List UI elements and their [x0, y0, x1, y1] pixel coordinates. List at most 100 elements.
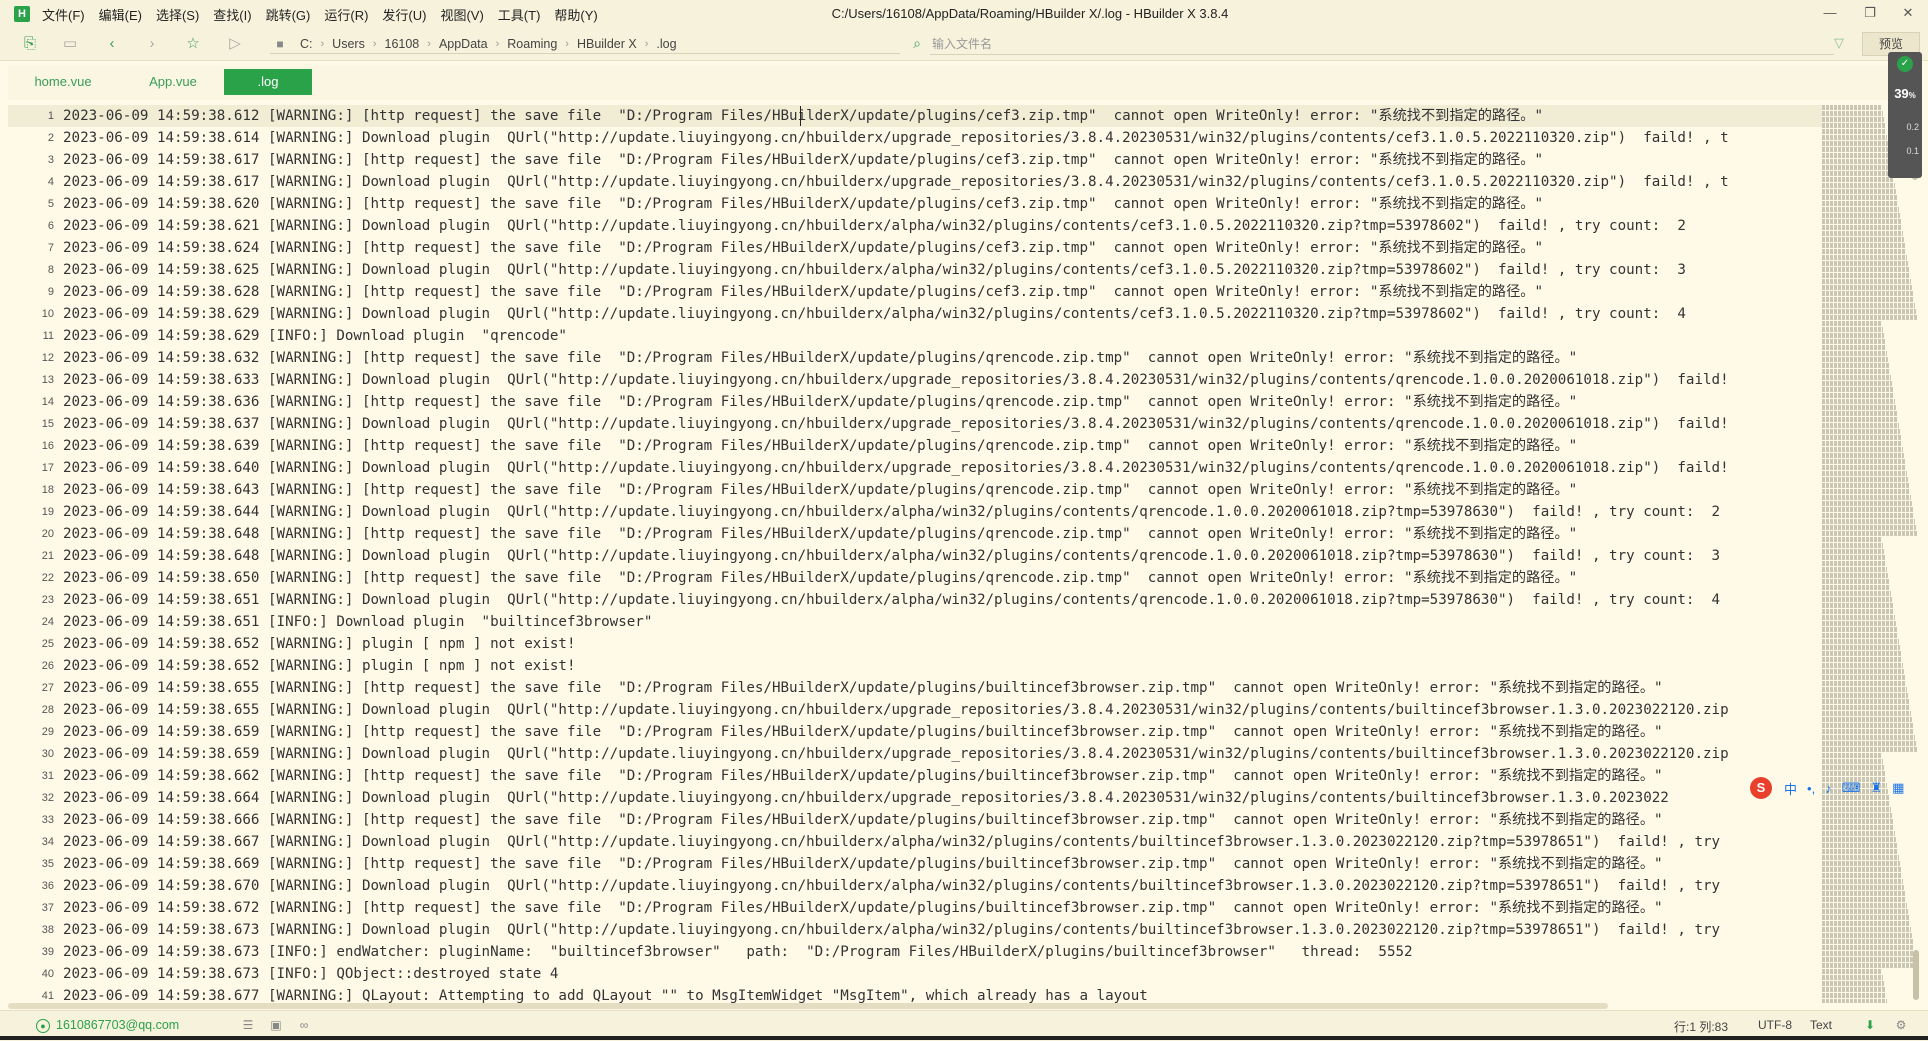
code-text[interactable]: 2023-06-09 14:59:38.644 [WARNING:] Downl… — [63, 501, 1720, 523]
code-text[interactable]: 2023-06-09 14:59:38.632 [WARNING:] [http… — [63, 347, 1577, 369]
menu-edit[interactable]: 编辑(E) — [99, 5, 142, 24]
code-line[interactable]: 21 2023-06-09 14:59:38.648 [WARNING:] Dow… — [8, 545, 1822, 567]
code-line[interactable]: 27 2023-06-09 14:59:38.655 [WARNING:] [ht… — [8, 677, 1822, 699]
encoding-indicator[interactable]: UTF-8 — [1758, 1018, 1792, 1032]
code-text[interactable]: 2023-06-09 14:59:38.666 [WARNING:] [http… — [63, 809, 1663, 831]
forward-arrow-icon[interactable]: › — [142, 34, 162, 54]
user-account-icon[interactable]: ● — [36, 1019, 50, 1033]
code-line[interactable]: 14 2023-06-09 14:59:38.636 [WARNING:] [ht… — [8, 391, 1822, 413]
code-line[interactable]: 12 2023-06-09 14:59:38.632 [WARNING:] [ht… — [8, 347, 1822, 369]
code-line[interactable]: 39 2023-06-09 14:59:38.673 [INFO:] endWat… — [8, 941, 1822, 963]
code-line[interactable]: 25 2023-06-09 14:59:38.652 [WARNING:] plu… — [8, 633, 1822, 655]
menu-file[interactable]: 文件(F) — [42, 5, 85, 24]
code-line[interactable]: 24 2023-06-09 14:59:38.651 [INFO:] Downlo… — [8, 611, 1822, 633]
editor-area[interactable]: 1 2023-06-09 14:59:38.612 [WARNING:] [htt… — [8, 105, 1822, 1003]
code-line[interactable]: 7 2023-06-09 14:59:38.624 [WARNING:] [htt… — [8, 237, 1822, 259]
menu-tools[interactable]: 工具(T) — [498, 5, 541, 24]
code-text[interactable]: 2023-06-09 14:59:38.624 [WARNING:] [http… — [63, 237, 1543, 259]
code-line[interactable]: 22 2023-06-09 14:59:38.650 [WARNING:] [ht… — [8, 567, 1822, 589]
code-line[interactable]: 11 2023-06-09 14:59:38.629 [INFO:] Downlo… — [8, 325, 1822, 347]
code-line[interactable]: 28 2023-06-09 14:59:38.655 [WARNING:] Dow… — [8, 699, 1822, 721]
code-text[interactable]: 2023-06-09 14:59:38.614 [WARNING:] Downl… — [63, 127, 1729, 149]
link-icon[interactable]: ∞ — [296, 1017, 312, 1033]
file-search-input[interactable] — [930, 34, 1834, 55]
code-line[interactable]: 40 2023-06-09 14:59:38.673 [INFO:] QObjec… — [8, 963, 1822, 985]
settings-gear-icon[interactable]: ⚙ — [1893, 1017, 1909, 1033]
menu-goto[interactable]: 跳转(G) — [266, 5, 311, 24]
code-line[interactable]: 8 2023-06-09 14:59:38.625 [WARNING:] Down… — [8, 259, 1822, 281]
code-text[interactable]: 2023-06-09 14:59:38.677 [WARNING:] QLayo… — [63, 985, 1148, 1003]
code-text[interactable]: 2023-06-09 14:59:38.650 [WARNING:] [http… — [63, 567, 1577, 589]
code-line[interactable]: 30 2023-06-09 14:59:38.659 [WARNING:] Dow… — [8, 743, 1822, 765]
breadcrumb-item[interactable]: 16108 — [385, 37, 420, 51]
minimap[interactable] — [1822, 105, 1918, 1003]
code-line[interactable]: 13 2023-06-09 14:59:38.633 [WARNING:] Dow… — [8, 369, 1822, 391]
download-update-icon[interactable]: ⬇ — [1862, 1017, 1878, 1033]
code-text[interactable]: 2023-06-09 14:59:38.633 [WARNING:] Downl… — [63, 369, 1729, 391]
code-line[interactable]: 19 2023-06-09 14:59:38.644 [WARNING:] Dow… — [8, 501, 1822, 523]
ime-language-toggle[interactable]: 中 — [1784, 779, 1797, 798]
code-text[interactable]: 2023-06-09 14:59:38.655 [WARNING:] [http… — [63, 677, 1663, 699]
code-line[interactable]: 5 2023-06-09 14:59:38.620 [WARNING:] [htt… — [8, 193, 1822, 215]
code-text[interactable]: 2023-06-09 14:59:38.617 [WARNING:] Downl… — [63, 171, 1729, 193]
favorite-star-icon[interactable]: ☆ — [183, 34, 203, 54]
code-line[interactable]: 20 2023-06-09 14:59:38.648 [WARNING:] [ht… — [8, 523, 1822, 545]
maximize-button[interactable]: ❐ — [1855, 3, 1885, 23]
code-line[interactable]: 23 2023-06-09 14:59:38.651 [WARNING:] Dow… — [8, 589, 1822, 611]
list-icon[interactable]: ☰ — [240, 1017, 256, 1033]
grid-menu-icon[interactable]: ▦ — [1892, 780, 1904, 796]
code-text[interactable]: 2023-06-09 14:59:38.639 [WARNING:] [http… — [63, 435, 1577, 457]
code-text[interactable]: 2023-06-09 14:59:38.655 [WARNING:] Downl… — [63, 699, 1729, 721]
close-button[interactable]: ✕ — [1893, 3, 1923, 23]
code-text[interactable]: 2023-06-09 14:59:38.648 [WARNING:] [http… — [63, 523, 1577, 545]
menu-find[interactable]: 查找(I) — [213, 5, 251, 24]
code-text[interactable]: 2023-06-09 14:59:38.637 [WARNING:] Downl… — [63, 413, 1729, 435]
new-file-icon[interactable]: ⎘ — [20, 34, 40, 54]
account-email[interactable]: 1610867703@qq.com — [56, 1018, 179, 1032]
filter-icon[interactable]: ▽ — [1830, 34, 1848, 52]
code-line[interactable]: 41 2023-06-09 14:59:38.677 [WARNING:] QLa… — [8, 985, 1822, 1003]
code-text[interactable]: 2023-06-09 14:59:38.664 [WARNING:] Downl… — [63, 787, 1669, 809]
console-icon[interactable]: ▣ — [268, 1017, 284, 1033]
code-line[interactable]: 32 2023-06-09 14:59:38.664 [WARNING:] Dow… — [8, 787, 1822, 809]
menu-select[interactable]: 选择(S) — [156, 5, 199, 24]
code-text[interactable]: 2023-06-09 14:59:38.629 [INFO:] Download… — [63, 325, 567, 347]
code-line[interactable]: 29 2023-06-09 14:59:38.659 [WARNING:] [ht… — [8, 721, 1822, 743]
code-text[interactable]: 2023-06-09 14:59:38.673 [WARNING:] Downl… — [63, 919, 1720, 941]
skin-shirt-icon[interactable]: ♜ — [1870, 780, 1882, 796]
code-text[interactable]: 2023-06-09 14:59:38.620 [WARNING:] [http… — [63, 193, 1543, 215]
breadcrumb-item[interactable]: Roaming — [507, 37, 557, 51]
code-line[interactable]: 31 2023-06-09 14:59:38.662 [WARNING:] [ht… — [8, 765, 1822, 787]
code-text[interactable]: 2023-06-09 14:59:38.625 [WARNING:] Downl… — [63, 259, 1686, 281]
sogou-ime-logo-icon[interactable]: S — [1750, 777, 1772, 799]
code-line[interactable]: 17 2023-06-09 14:59:38.640 [WARNING:] Dow… — [8, 457, 1822, 479]
horizontal-scrollbar[interactable] — [8, 1003, 1608, 1009]
code-text[interactable]: 2023-06-09 14:59:38.648 [WARNING:] Downl… — [63, 545, 1720, 567]
breadcrumb-item[interactable]: Users — [332, 37, 365, 51]
code-text[interactable]: 2023-06-09 14:59:38.640 [WARNING:] Downl… — [63, 457, 1729, 479]
menu-view[interactable]: 视图(V) — [440, 5, 483, 24]
code-text[interactable]: 2023-06-09 14:59:38.662 [WARNING:] [http… — [63, 765, 1663, 787]
cursor-position[interactable]: 行:1 列:83 — [1674, 1018, 1728, 1035]
code-line[interactable]: 37 2023-06-09 14:59:38.672 [WARNING:] [ht… — [8, 897, 1822, 919]
breadcrumb-item[interactable]: .log — [656, 37, 676, 51]
code-text[interactable]: 2023-06-09 14:59:38.652 [WARNING:] plugi… — [63, 655, 576, 677]
code-line[interactable]: 2 2023-06-09 14:59:38.614 [WARNING:] Down… — [8, 127, 1822, 149]
code-text[interactable]: 2023-06-09 14:59:38.659 [WARNING:] [http… — [63, 721, 1663, 743]
code-text[interactable]: 2023-06-09 14:59:38.652 [WARNING:] plugi… — [63, 633, 576, 655]
code-line[interactable]: 10 2023-06-09 14:59:38.629 [WARNING:] Dow… — [8, 303, 1822, 325]
code-text[interactable]: 2023-06-09 14:59:38.643 [WARNING:] [http… — [63, 479, 1577, 501]
minimize-button[interactable]: — — [1815, 3, 1845, 23]
code-line[interactable]: 1 2023-06-09 14:59:38.612 [WARNING:] [htt… — [8, 105, 1822, 127]
vertical-scrollbar-thumb[interactable] — [1913, 950, 1919, 1000]
code-line[interactable]: 16 2023-06-09 14:59:38.639 [WARNING:] [ht… — [8, 435, 1822, 457]
code-line[interactable]: 36 2023-06-09 14:59:38.670 [WARNING:] Dow… — [8, 875, 1822, 897]
code-line[interactable]: 33 2023-06-09 14:59:38.666 [WARNING:] [ht… — [8, 809, 1822, 831]
menu-help[interactable]: 帮助(Y) — [554, 5, 597, 24]
code-text[interactable]: 2023-06-09 14:59:38.669 [WARNING:] [http… — [63, 853, 1663, 875]
microphone-icon[interactable]: ♪ — [1825, 781, 1832, 796]
code-line[interactable]: 38 2023-06-09 14:59:38.673 [WARNING:] Dow… — [8, 919, 1822, 941]
syntax-indicator[interactable]: Text — [1810, 1018, 1832, 1032]
code-text[interactable]: 2023-06-09 14:59:38.621 [WARNING:] Downl… — [63, 215, 1686, 237]
tab-home-vue[interactable]: home.vue — [8, 69, 118, 95]
